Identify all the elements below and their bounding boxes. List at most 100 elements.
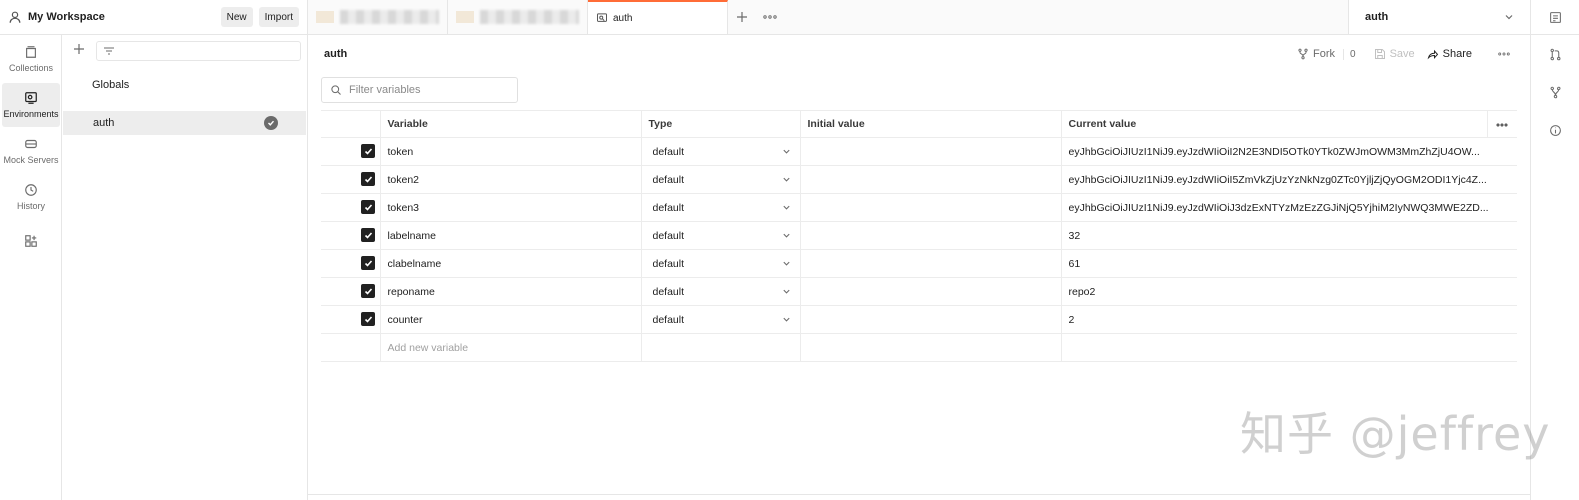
initial-value-cell[interactable] — [799, 333, 1062, 362]
environment-search-input[interactable] — [96, 41, 301, 61]
enabled-checkbox[interactable] — [361, 256, 375, 271]
type-cell[interactable]: default — [640, 137, 801, 166]
rail-item-environments[interactable]: Environments — [2, 83, 60, 127]
type-cell[interactable] — [640, 333, 801, 362]
more-actions-button[interactable] — [1498, 48, 1514, 60]
type-cell[interactable]: default — [640, 305, 801, 334]
table-row: reponame default repo2 — [321, 277, 1517, 306]
initial-value-cell[interactable] — [799, 249, 1062, 278]
new-tab-button[interactable] — [728, 0, 756, 34]
checkbox-cell — [321, 137, 381, 166]
variable-name-cell[interactable]: reponame — [379, 277, 642, 306]
rail-item-history[interactable]: History — [2, 175, 60, 219]
rail-item-collections[interactable]: Collections — [2, 37, 60, 81]
info-button[interactable] — [1531, 111, 1579, 149]
type-select[interactable]: default — [649, 230, 793, 242]
workspace-header: My Workspace New Import — [0, 0, 308, 35]
initial-value-cell[interactable] — [799, 305, 1062, 334]
import-button[interactable]: Import — [258, 7, 299, 27]
current-value-cell[interactable]: 32 — [1060, 221, 1517, 250]
variable-name-cell[interactable]: counter — [379, 305, 642, 334]
initial-value-cell[interactable] — [799, 277, 1062, 306]
chevron-down-icon — [782, 149, 790, 154]
enabled-checkbox[interactable] — [361, 144, 375, 159]
type-value: default — [652, 313, 685, 326]
tab-more-button[interactable] — [756, 0, 784, 34]
current-value-cell[interactable]: eyJhbGciOiJIUzI1NiJ9.eyJzdWIiOiI2N2E3NDI… — [1060, 137, 1517, 166]
environment-selector[interactable]: auth — [1348, 0, 1530, 35]
tab-auth[interactable]: auth — [588, 0, 728, 34]
initial-value-cell[interactable] — [799, 221, 1062, 250]
environment-item-label: Globals — [92, 79, 130, 91]
type-cell[interactable]: default — [640, 221, 801, 250]
add-new-variable-input[interactable]: Add new variable — [379, 333, 642, 362]
variable-name-cell[interactable]: token — [379, 137, 642, 166]
variable-name-cell[interactable]: labelname — [379, 221, 642, 250]
plus-icon — [74, 44, 84, 54]
tab-label: auth — [613, 12, 633, 24]
rail-item-label: Mock Servers — [3, 155, 59, 165]
environment-selector-value: auth — [1365, 11, 1389, 23]
checkbox-cell — [321, 193, 381, 222]
checkbox-cell — [321, 305, 381, 334]
type-cell[interactable]: default — [640, 249, 801, 278]
initial-value-cell[interactable] — [799, 165, 1062, 194]
type-cell[interactable]: default — [640, 165, 801, 194]
share-button[interactable]: Share — [1427, 48, 1472, 60]
current-value-cell[interactable]: eyJhbGciOiJIUzI1NiJ9.eyJzdWIiOiJ3dzExNTY… — [1060, 193, 1517, 222]
rail-item-mock-servers[interactable]: Mock Servers — [2, 129, 60, 173]
environment-item-globals[interactable]: Globals — [62, 73, 307, 97]
type-select[interactable]: default — [649, 174, 793, 186]
type-select[interactable]: default — [649, 258, 793, 270]
rail-item-label: History — [16, 201, 45, 211]
create-environment-button[interactable] — [68, 42, 90, 60]
save-button[interactable]: Save — [1374, 48, 1415, 60]
type-select[interactable]: default — [649, 286, 793, 298]
initial-value-cell[interactable] — [799, 193, 1062, 222]
chevron-down-icon — [782, 205, 790, 210]
tab-blurred-1[interactable] — [308, 0, 448, 34]
type-cell[interactable]: default — [640, 277, 801, 306]
enabled-checkbox[interactable] — [361, 228, 375, 243]
enabled-checkbox[interactable] — [361, 284, 375, 299]
add-variable-row: Add new variable — [321, 333, 1517, 362]
tab-blurred-2[interactable] — [448, 0, 588, 34]
variable-name-cell[interactable]: token3 — [379, 193, 642, 222]
checkbox-cell — [321, 221, 381, 250]
current-value-cell[interactable] — [1060, 333, 1517, 362]
fork-button[interactable]: Fork — [1297, 48, 1335, 60]
current-value-cell[interactable]: repo2 — [1060, 277, 1517, 306]
column-header-current-value: Current value — [1060, 110, 1488, 138]
type-value: default — [652, 285, 685, 298]
current-value-cell[interactable]: eyJhbGciOiJIUzI1NiJ9.eyJzdWIiOiI5ZmVkZjU… — [1060, 165, 1517, 194]
type-value: default — [652, 257, 685, 270]
type-select[interactable]: default — [649, 146, 793, 158]
active-environment-check-icon[interactable] — [264, 116, 278, 130]
forks-button[interactable] — [1531, 73, 1579, 111]
new-button[interactable]: New — [220, 7, 253, 27]
environment-quick-look-button[interactable] — [1530, 0, 1579, 35]
current-value-cell[interactable]: 2 — [1060, 305, 1517, 334]
type-select[interactable]: default — [649, 202, 793, 214]
filter-variables-input[interactable] — [349, 84, 499, 96]
type-select[interactable]: default — [649, 314, 793, 326]
workspace-title[interactable]: My Workspace — [28, 11, 215, 23]
variable-name-cell[interactable]: clabelname — [379, 249, 642, 278]
type-value: default — [652, 173, 685, 186]
column-header-initial-value: Initial value — [799, 110, 1062, 138]
current-value-cell[interactable]: 61 — [1060, 249, 1517, 278]
enabled-checkbox[interactable] — [361, 200, 375, 215]
environment-item-auth[interactable]: auth — [63, 111, 306, 135]
filter-icon — [104, 47, 114, 55]
enabled-checkbox[interactable] — [361, 172, 375, 187]
enabled-checkbox[interactable] — [361, 312, 375, 327]
filter-variables-field[interactable] — [321, 77, 518, 103]
type-cell[interactable]: default — [640, 193, 801, 222]
initial-value-cell[interactable] — [799, 137, 1062, 166]
pull-requests-button[interactable] — [1531, 35, 1579, 73]
variable-name-cell[interactable]: token2 — [379, 165, 642, 194]
column-options-button[interactable] — [1486, 110, 1517, 138]
chevron-down-icon — [782, 233, 790, 238]
rail-item-configure[interactable] — [2, 225, 60, 261]
environment-title[interactable]: auth — [324, 48, 1285, 60]
